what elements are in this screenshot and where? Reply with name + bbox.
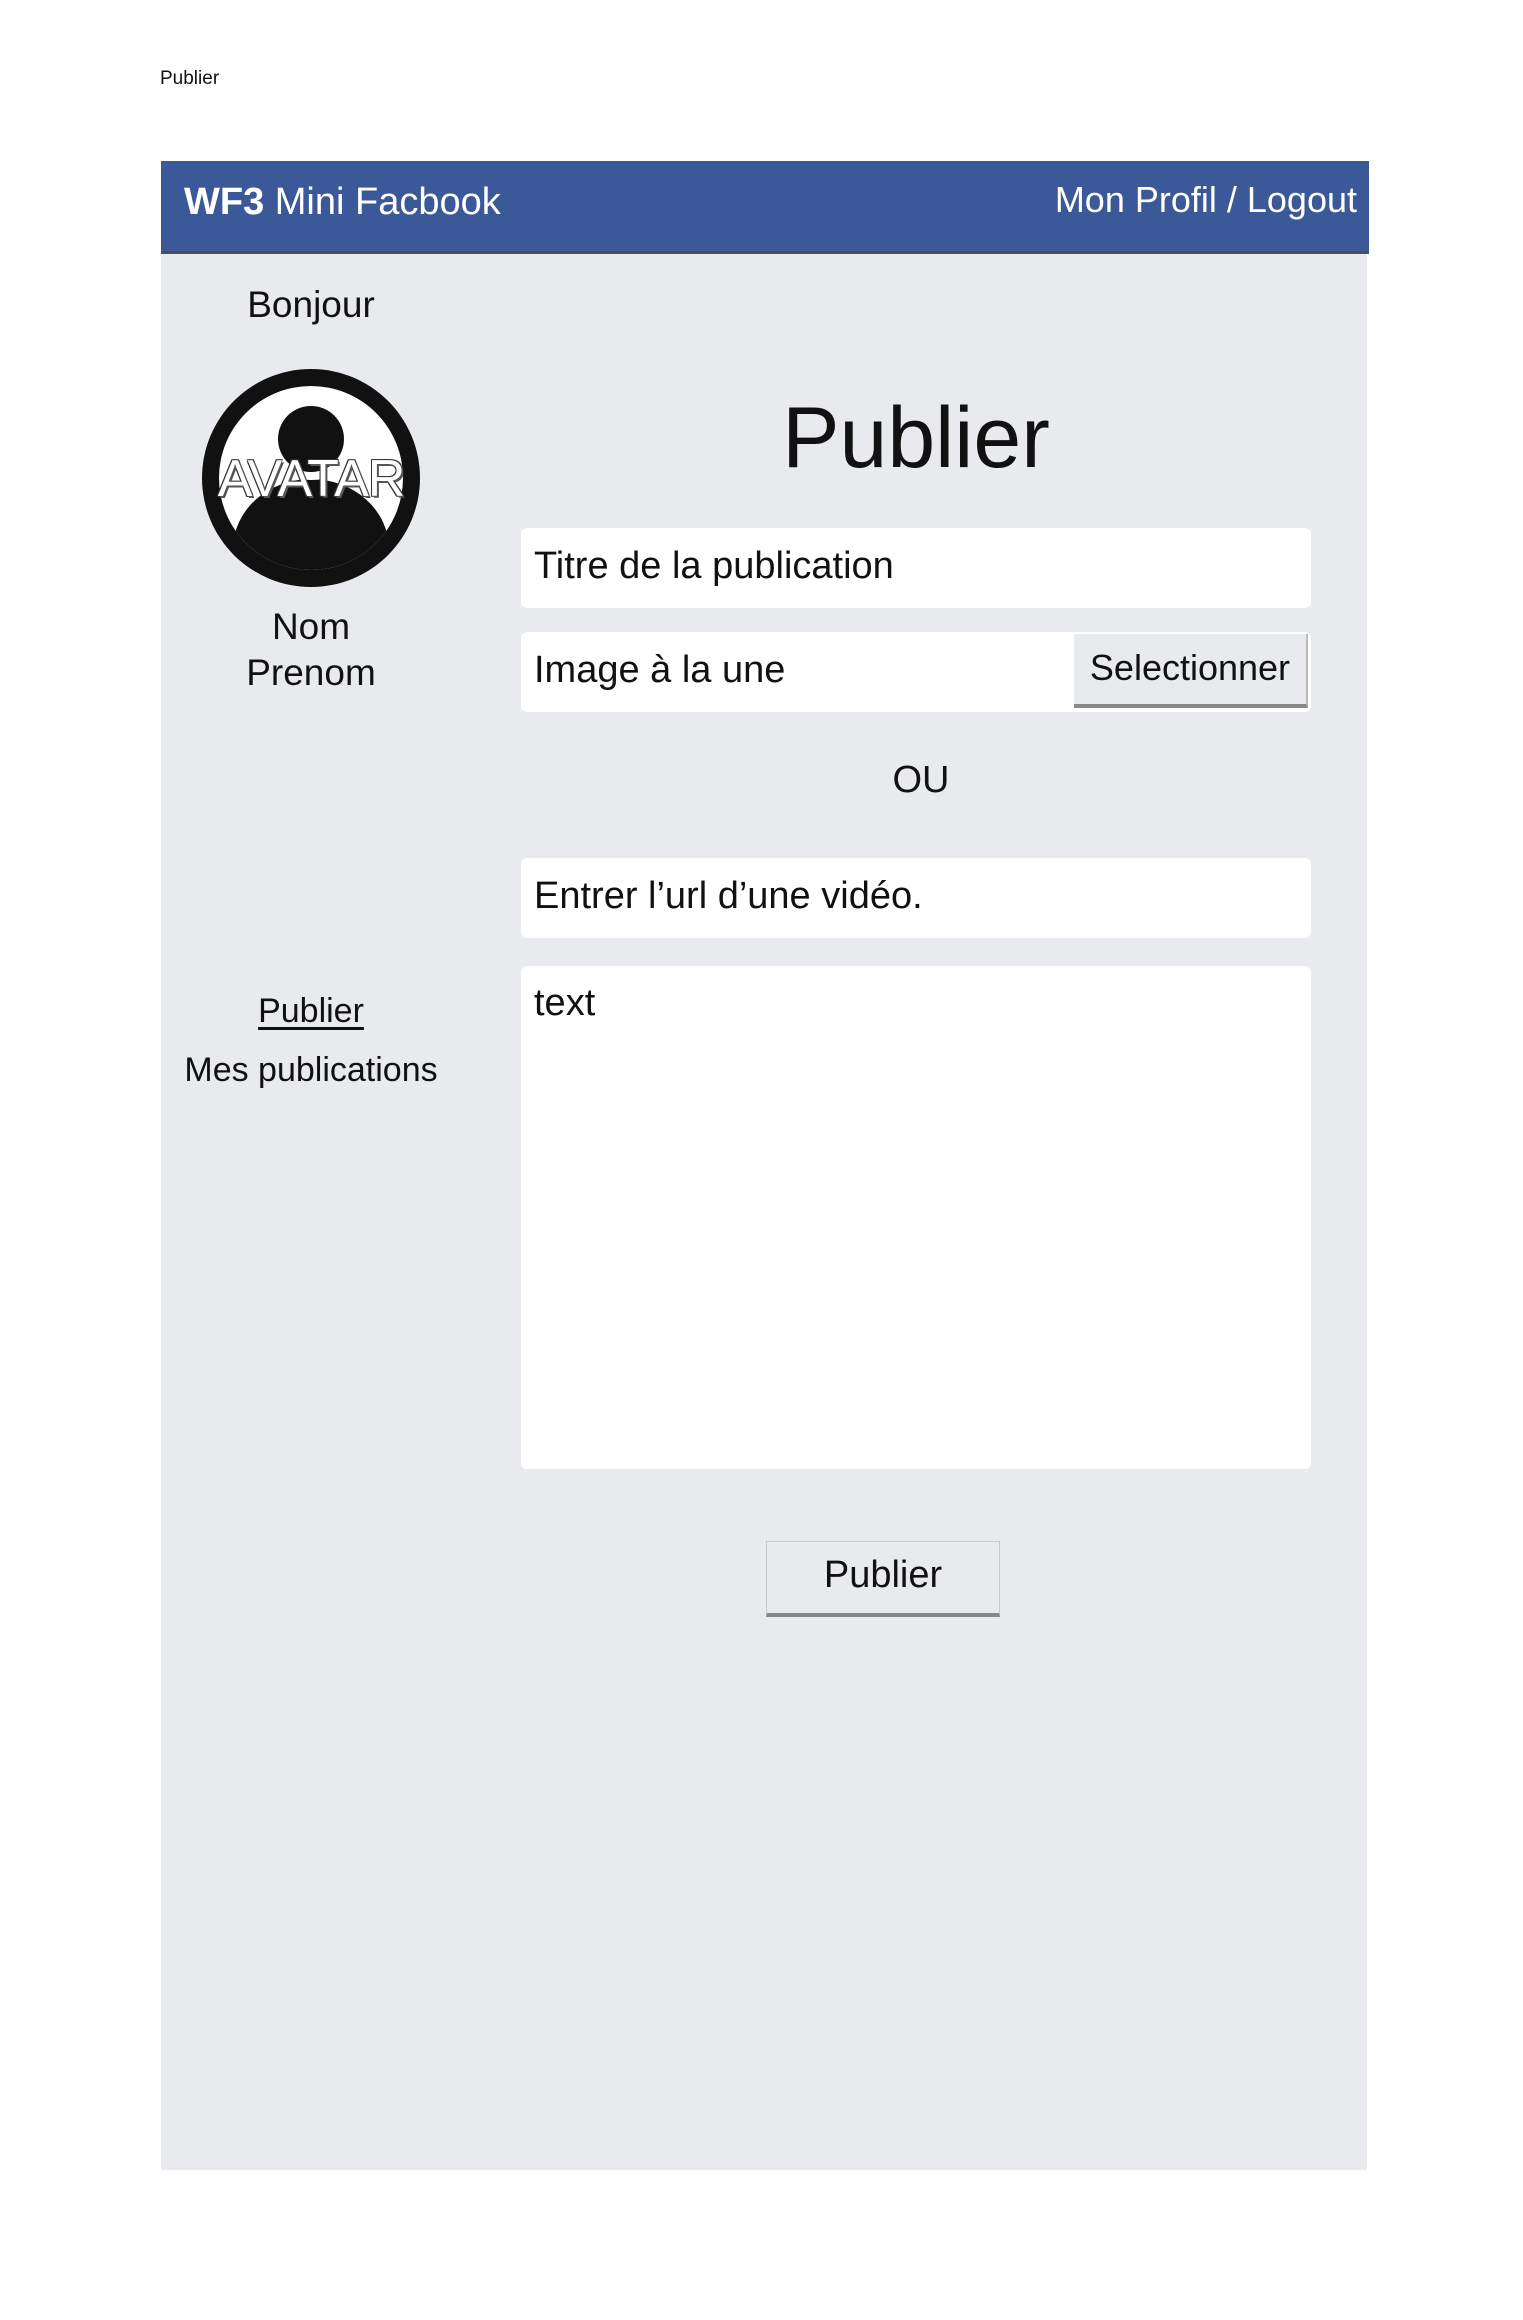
logout-link[interactable]: Logout xyxy=(1247,179,1357,220)
user-last-name: Nom xyxy=(271,606,351,647)
page-title: Publier xyxy=(782,390,1050,486)
post-text-area[interactable]: text xyxy=(521,966,1311,1469)
sidebar-item-mes-publications[interactable]: Mes publications xyxy=(161,1051,461,1090)
user-first-name: Prenom xyxy=(246,652,376,693)
brand-logo[interactable]: WF3 Mini Facbook xyxy=(184,181,501,224)
brand-name: Mini Facbook xyxy=(274,181,501,223)
featured-image-field[interactable]: Image à la une Selectionner xyxy=(521,632,1311,712)
app-frame: WF3 Mini Facbook Mon Profil / Logout Bon… xyxy=(161,161,1369,2170)
user-name: Nom Prenom xyxy=(161,604,461,696)
document-title: Publier xyxy=(160,68,220,89)
title-input[interactable]: Titre de la publication xyxy=(521,528,1311,608)
brand-bold: WF3 xyxy=(184,181,265,223)
avatar-label: AVATAR xyxy=(217,450,406,508)
select-image-button[interactable]: Selectionner xyxy=(1074,634,1308,708)
link-separator: / xyxy=(1216,179,1247,220)
video-url-input[interactable]: Entrer l’url d’une vidéo. xyxy=(521,858,1311,938)
or-separator: OU xyxy=(892,759,950,801)
featured-image-placeholder: Image à la une xyxy=(534,649,786,691)
avatar: AVATAR xyxy=(202,369,420,587)
profile-link[interactable]: Mon Profil xyxy=(1055,179,1217,220)
sidebar-item-publier[interactable]: Publier xyxy=(161,992,461,1031)
top-navigation-bar: WF3 Mini Facbook Mon Profil / Logout xyxy=(161,161,1369,254)
greeting-text: Bonjour xyxy=(247,284,375,325)
publish-button[interactable]: Publier xyxy=(766,1541,1000,1617)
account-links: Mon Profil / Logout xyxy=(1055,179,1357,221)
